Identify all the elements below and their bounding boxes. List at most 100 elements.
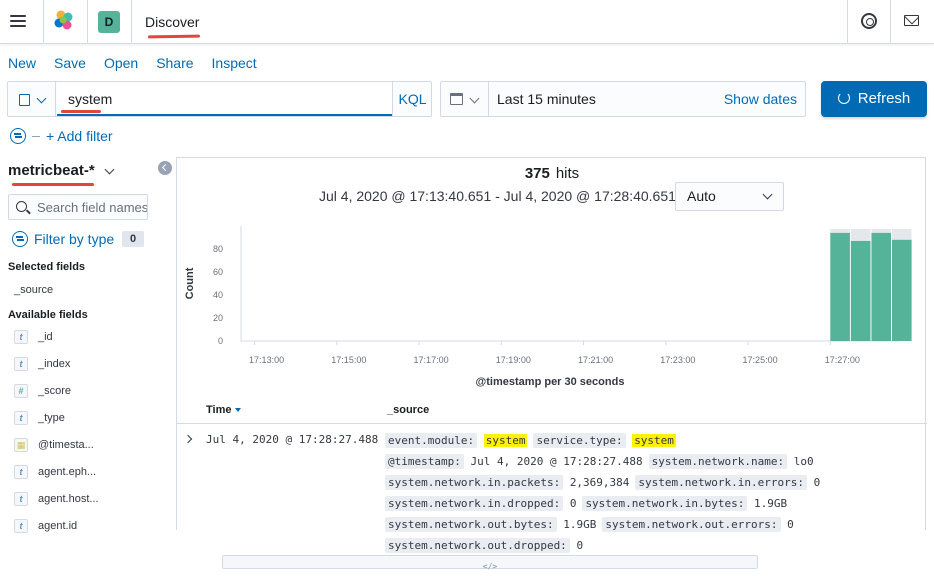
- share-button[interactable]: Share: [156, 55, 193, 71]
- source-field-value: system: [632, 434, 676, 447]
- field-item[interactable]: t agent.id: [14, 519, 77, 533]
- refresh-button[interactable]: Refresh: [821, 81, 927, 117]
- search-icon: [16, 201, 27, 212]
- annotation-underline: [12, 183, 94, 186]
- field-item[interactable]: t _id: [14, 330, 53, 344]
- help-icon[interactable]: [861, 13, 877, 29]
- sort-arrow-icon: [235, 408, 242, 412]
- query-language-toggle[interactable]: KQL: [392, 82, 432, 116]
- string-type-icon: t: [14, 330, 28, 344]
- annotation-underline: [147, 34, 201, 39]
- field-search-placeholder: Search field names: [37, 200, 148, 215]
- string-type-icon: t: [14, 357, 28, 371]
- index-pattern-selector[interactable]: metricbeat-*: [8, 162, 95, 179]
- divider: [43, 0, 44, 44]
- field-name: _source: [14, 284, 54, 296]
- field-sidebar: metricbeat-* Search field names Filter b…: [0, 155, 758, 571]
- field-item[interactable]: </> _source: [14, 283, 758, 571]
- inspect-button[interactable]: Inspect: [212, 55, 257, 71]
- x-tick-label: 17:19:00: [496, 355, 531, 365]
- filter-by-type-button[interactable]: Filter by type 0: [12, 231, 144, 247]
- divider: [32, 135, 40, 137]
- histogram-chart: 0 20 40 60 80 17:13:00 17:15:00 17:17:00 17:19:0…: [184, 226, 912, 388]
- table-header: Time _source: [177, 400, 927, 424]
- source-field: system.network.out.errors: 0: [602, 514, 794, 535]
- chevron-down-icon: [36, 93, 47, 104]
- divider: [890, 0, 891, 44]
- x-tick-label: 17:13:00: [249, 355, 284, 365]
- source-field-value: 0: [576, 539, 584, 552]
- date-picker: Last 15 minutes Show dates: [440, 81, 806, 117]
- field-item[interactable]: t agent.eph...: [14, 465, 96, 479]
- y-tick-label: 60: [213, 267, 223, 277]
- save-button[interactable]: Save: [54, 55, 86, 71]
- menu-icon[interactable]: [10, 12, 32, 32]
- save-icon: [19, 94, 30, 106]
- source-field-key: system.network.name:: [648, 454, 788, 469]
- x-tick-label: 17:27:00: [825, 355, 860, 365]
- field-item[interactable]: t agent.host...: [14, 492, 99, 506]
- bar: [830, 232, 850, 341]
- space-avatar[interactable]: D: [98, 11, 120, 33]
- source-field: service.type: system: [533, 430, 676, 451]
- filter-icon[interactable]: [10, 128, 26, 144]
- quick-select-button[interactable]: [441, 82, 489, 116]
- source-field: system.network.in.packets: 2,369,384: [385, 472, 629, 493]
- date-range-label: Jul 4, 2020 @ 17:13:40.651 - Jul 4, 2020…: [319, 188, 694, 204]
- show-dates-button[interactable]: Show dates: [724, 82, 797, 116]
- elastic-logo[interactable]: [52, 9, 76, 33]
- number-type-icon: #: [14, 384, 28, 398]
- new-button[interactable]: New: [8, 55, 36, 71]
- source-field-key: system.network.in.errors:: [635, 475, 807, 490]
- field-name: agent.id: [38, 520, 78, 532]
- bar: [850, 240, 871, 341]
- field-item[interactable]: # _score: [14, 384, 71, 398]
- source-field-key: system.network.in.dropped:: [385, 496, 564, 511]
- chevron-down-icon: [762, 189, 773, 200]
- string-type-icon: t: [14, 465, 28, 479]
- search-input[interactable]: system: [57, 82, 392, 116]
- field-name: @timesta...: [38, 439, 94, 451]
- chevron-down-icon: [469, 93, 480, 104]
- field-name: _id: [38, 331, 53, 343]
- date-type-icon: ▦: [14, 438, 28, 452]
- x-tick-label: 17:17:00: [414, 355, 449, 365]
- row-source: event.module: system service.type: system…: [385, 430, 921, 556]
- chevron-down-icon[interactable]: [104, 164, 115, 175]
- interval-select[interactable]: Auto: [675, 182, 784, 211]
- bar: [892, 239, 912, 341]
- row-time: Jul 4, 2020 @ 17:28:27.488: [206, 433, 379, 446]
- field-item[interactable]: t _index: [14, 357, 70, 371]
- newsfeed-icon[interactable]: [904, 15, 919, 26]
- time-column-header[interactable]: Time: [206, 404, 242, 416]
- y-axis-title: Count: [184, 267, 196, 299]
- string-type-icon: t: [14, 411, 28, 425]
- interval-value: Auto: [687, 188, 716, 204]
- selected-fields-heading: Selected fields: [8, 261, 86, 273]
- source-field-value: 1.9GB: [563, 518, 597, 531]
- saved-query-menu[interactable]: [8, 82, 56, 116]
- field-search-input[interactable]: Search field names: [8, 194, 148, 220]
- field-name: _index: [38, 358, 71, 370]
- source-field-value: lo0: [793, 455, 814, 468]
- y-tick-label: 80: [213, 244, 223, 254]
- field-name: _score: [38, 385, 72, 397]
- source-field-key: system.network.in.packets:: [385, 475, 564, 490]
- source-field-key: service.type:: [533, 433, 626, 448]
- expand-row-icon[interactable]: [183, 434, 193, 444]
- field-item[interactable]: t _type: [14, 411, 65, 425]
- filter-by-type-label: Filter by type: [34, 231, 115, 247]
- field-item[interactable]: ▦ @timesta...: [14, 438, 94, 452]
- refresh-label: Refresh: [857, 90, 911, 107]
- collapse-sidebar-icon[interactable]: [158, 161, 172, 175]
- source-field-value: 0: [787, 518, 794, 531]
- x-tick-label: 17:25:00: [743, 355, 778, 365]
- source-field-value: 0: [813, 476, 821, 489]
- time-range-label[interactable]: Last 15 minutes: [497, 82, 596, 116]
- source-field: event.module: system: [385, 430, 528, 451]
- calendar-icon: [450, 93, 463, 105]
- open-button[interactable]: Open: [104, 55, 138, 71]
- string-type-icon: t: [14, 519, 28, 533]
- add-filter-button[interactable]: + Add filter: [46, 128, 113, 144]
- source-field: system.network.out.dropped: 0: [385, 535, 583, 556]
